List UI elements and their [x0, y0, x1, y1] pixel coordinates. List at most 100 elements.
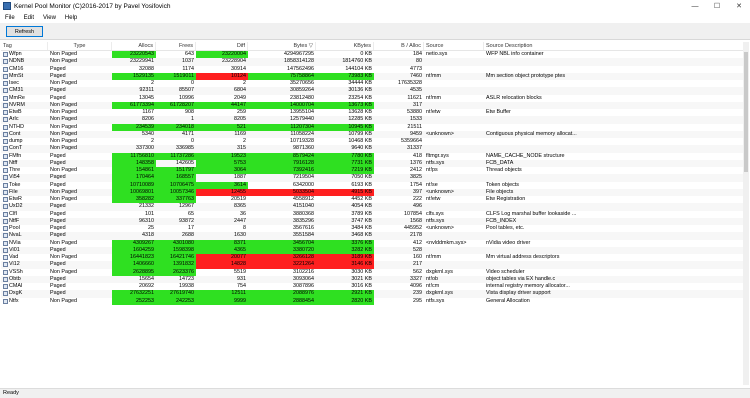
cell-balloc: 528	[413, 246, 422, 253]
table-row[interactable]: Pool Paged 25 17 8 3567616 3484 KB 445952 <unkno…	[1, 225, 749, 232]
table-row[interactable]: CM31 Paged 92311 85507 6804 30859264 30136 KB 4…	[1, 87, 749, 95]
table-row[interactable]: Ntff Paged 148358 142605 5753 7916128 7731 KB 1…	[1, 159, 749, 167]
cell-allocs: 96310	[139, 217, 154, 224]
table-row[interactable]: Isec Non Paged 2 0 2 35270656 34444 KB 17635328	[1, 80, 749, 87]
table-row[interactable]: Cont Non Paged 5340 4171 1169 11058224 10799 K…	[1, 130, 749, 138]
table-row[interactable]: Vi12 Paged 1406660 1391832 14828 3221264 3146 …	[1, 261, 749, 269]
table-row[interactable]: EtwB Non Paged 1167 908 259 13955104 13628 KB 5…	[1, 109, 749, 116]
window-title: Kernel Pool Monitor (C)2016-2017 by Pave…	[14, 2, 171, 10]
vertical-scrollbar[interactable]	[743, 42, 749, 385]
cell-allocs: 252253	[112, 297, 156, 305]
menu-view[interactable]: View	[43, 15, 56, 21]
column-header-frees[interactable]: Frees	[156, 42, 196, 50]
table-row[interactable]: dump Non Paged 2 0 2 10719328 10468 KB 5359664	[1, 138, 749, 145]
cell-source: ntfs.sys	[426, 159, 445, 166]
table-row[interactable]: ConT Non Paged 337300 336985 315 9871360 9640 …	[1, 145, 749, 153]
cell-diff: 6804	[234, 87, 246, 94]
table-row[interactable]: MmRe Paged 13045 10996 2049 23812480 23254 KB 1…	[1, 95, 749, 102]
cell-source: dxgkrnl.sys	[426, 290, 453, 297]
cell-desc	[484, 174, 749, 181]
minimize-button[interactable]: —	[684, 0, 706, 12]
cell-kbytes: 12285 KB	[348, 116, 372, 123]
table-row[interactable]: MmSt Paged 1529135 1519011 10124 75758864 7398…	[1, 72, 749, 80]
tag-label: Cont	[9, 130, 21, 137]
cell-type: Paged	[50, 290, 66, 297]
table-row[interactable]: DxgK Paged 27632251 27619740 12511 2088976 292…	[1, 290, 749, 298]
table-row[interactable]: Thre Non Paged 154861 151797 3064 7392416 7219…	[1, 167, 749, 175]
table-row[interactable]: File Non Paged 10069801 10057346 12455 503350…	[1, 188, 749, 196]
cell-kbytes: 30136 KB	[348, 87, 372, 94]
table-row[interactable]: CMAI Paged 20692 19938 754 3087896 3016 KB 4096…	[1, 283, 749, 290]
column-header-type[interactable]: Type	[48, 42, 112, 50]
table-row[interactable]: EtwR Non Paged 358282 337763 20519 4558912 445…	[1, 196, 749, 204]
refresh-button[interactable]: Refresh	[6, 26, 43, 37]
cell-allocs: 61773394	[112, 101, 156, 109]
column-header-tag[interactable]: Tag	[1, 42, 48, 50]
table-row[interactable]: NtfF Paged 96310 93872 2447 3835296 3747 KB 156…	[1, 217, 749, 225]
table-row[interactable]: Vi54 Paged 170464 168557 1887 7219504 7050 KB 3…	[1, 174, 749, 182]
table-row[interactable]: CM16 Paged 32088 1174 30914 147562496 144104 K…	[1, 66, 749, 73]
cell-kbytes: 73983 KB	[316, 72, 374, 80]
pool-tag-icon	[3, 88, 8, 94]
cell-tag: Vad	[1, 254, 48, 261]
column-header-source[interactable]: Source	[424, 42, 484, 50]
menu-file[interactable]: File	[5, 15, 15, 21]
maximize-button[interactable]: ☐	[706, 0, 728, 12]
cell-type: Paged	[50, 72, 66, 79]
cell-diff: 931	[237, 275, 246, 282]
cell-allocs: 5340	[142, 130, 154, 137]
table-row[interactable]: ClfI Paged 101 65 36 3880368 3789 KB 107854 clfs…	[1, 211, 749, 218]
pool-tag-icon	[3, 110, 8, 116]
column-header-bytes-per-alloc[interactable]: B / Alloc	[374, 42, 424, 50]
table-row[interactable]: ArIc Non Paged 8206 1 8205 12579440 12285 KB 15…	[1, 116, 749, 124]
cell-allocs: 101	[145, 210, 154, 217]
cell-source: nt!mm	[426, 254, 441, 260]
table-row[interactable]: Toke Paged 10710089 10706475 3614 6342000 6193…	[1, 181, 749, 189]
column-header-source-description[interactable]: Source Description	[484, 42, 749, 50]
cell-frees: 4301080	[156, 239, 196, 247]
table-row[interactable]: NvaL Paged 4318 2688 1630 3551584 3468 KB 2178	[1, 232, 749, 240]
cell-diff: 14828	[196, 261, 248, 269]
table-row[interactable]: Obtb Paged 15654 14723 931 3093064 3021 KB 3327…	[1, 275, 749, 283]
cell-bytes: 11207304	[248, 123, 316, 131]
pool-tag-icon	[3, 262, 8, 268]
cell-tag: Isec	[1, 80, 48, 87]
cell-source	[424, 102, 484, 109]
cell-desc: Vista display driver support	[486, 290, 551, 297]
table-row[interactable]: FMfn Paged 11756810 11737286 19523 8579424 778…	[1, 152, 749, 160]
scrollbar-thumb[interactable]	[744, 52, 748, 172]
cell-type: Non Paged	[50, 167, 77, 173]
table-row[interactable]: NTHD Non Paged 234539 234018 521 11207304 1094…	[1, 123, 749, 131]
pool-tag-icon	[3, 117, 8, 123]
table-row[interactable]: Vad Non Paged 16441823 16421746 20077 3266128…	[1, 254, 749, 262]
cell-allocs: 337300	[136, 145, 154, 152]
tag-label: EtwB	[9, 109, 22, 115]
tag-label: Vi01	[9, 246, 20, 253]
column-header-allocs[interactable]: Allocs	[112, 42, 156, 50]
cell-desc: FCB_DATA	[486, 159, 514, 166]
column-header-diff[interactable]: Diff	[196, 42, 248, 50]
table-row[interactable]: Wfpn Non Paged 23220543 643 23220004 42949672…	[1, 51, 749, 59]
cell-bytes: 12579440	[290, 116, 314, 123]
cell-kbytes: 7219 KB	[316, 167, 374, 175]
cell-type: Paged	[50, 174, 66, 181]
menu-help[interactable]: Help	[65, 15, 77, 21]
close-button[interactable]: ✕	[728, 0, 750, 12]
table-row[interactable]: VSSh Non Paged 2628895 2623376 5519 3102216 30…	[1, 268, 749, 276]
table-row[interactable]: Ntfx Non Paged 252253 242253 9999 2888454 2820…	[1, 297, 749, 305]
column-header-kbytes[interactable]: KBytes	[316, 42, 374, 50]
menu-edit[interactable]: Edit	[24, 15, 34, 21]
cell-desc: Etw Registration	[486, 196, 526, 202]
table-row[interactable]: NVia Non Paged 4309267 4301080 8371 3456704 33…	[1, 239, 749, 247]
cell-tag: NVia	[1, 240, 48, 247]
pool-tag-icon	[3, 240, 8, 246]
cell-balloc: 11621	[407, 94, 422, 101]
column-header-bytes[interactable]: Bytes ▽	[248, 42, 316, 50]
tag-label: MmSt	[9, 72, 24, 79]
table-row[interactable]: UxD2 Paged 21332 12967 8365 4151040 4054 KB 496	[1, 203, 749, 211]
tag-label: Obtb	[9, 275, 21, 282]
cell-diff: 23228904	[222, 58, 246, 65]
table-row[interactable]: NDNB Non Paged 23229941 1037 23228904 1858314…	[1, 58, 749, 66]
table-row[interactable]: NVRM Non Paged 61773394 61728207 44147 140007…	[1, 101, 749, 109]
table-row[interactable]: Vi01 Paged 1604259 1598398 4365 3380720 3282 K…	[1, 246, 749, 254]
